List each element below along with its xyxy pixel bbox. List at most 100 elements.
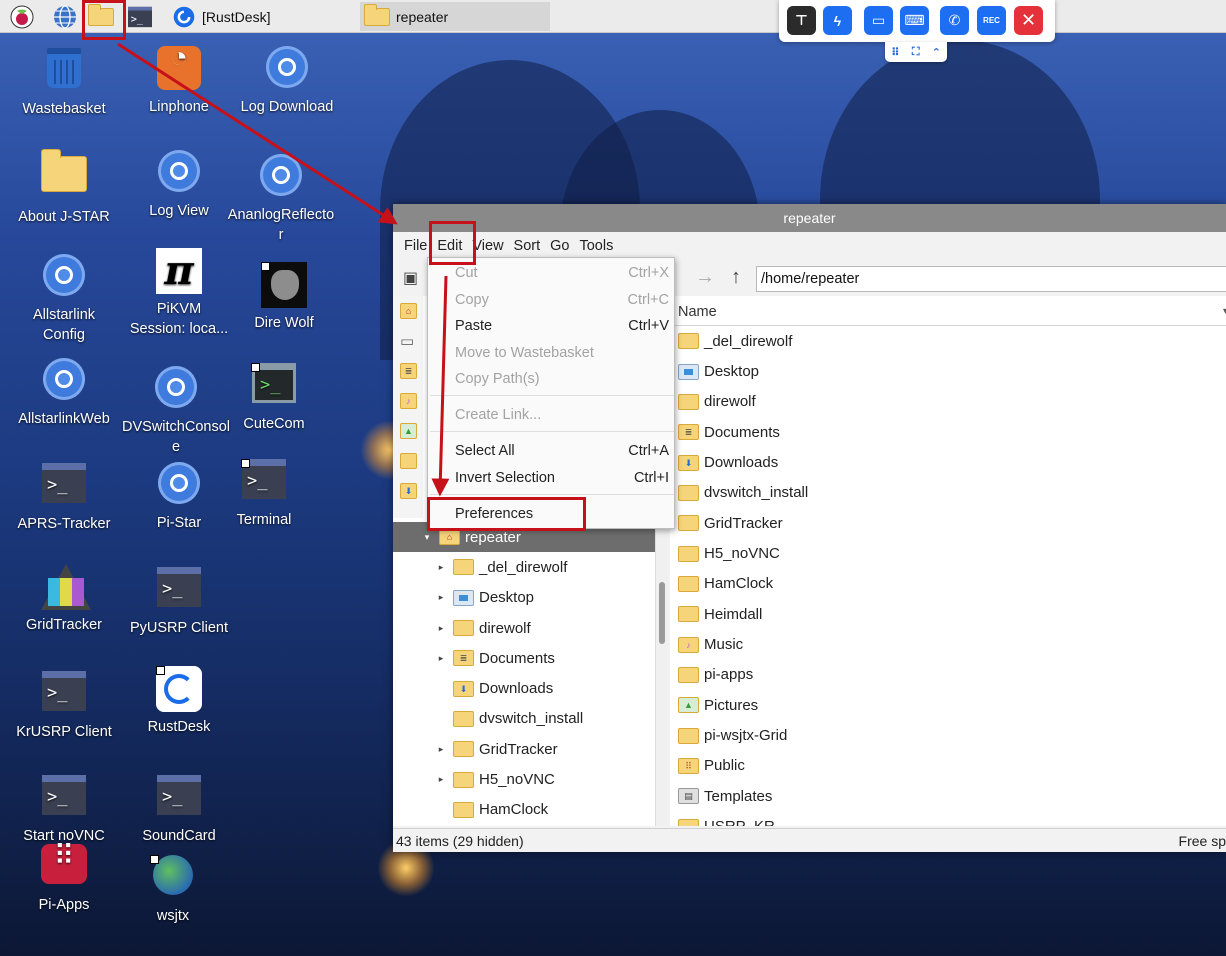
desktop-icon-krusrp-client[interactable]: >_ KrUSRP Client (8, 668, 120, 742)
action-button[interactable]: ϟ (823, 6, 852, 35)
pin-button[interactable]: ⊤ (787, 6, 816, 35)
path-input[interactable]: /home/repeater (756, 266, 1226, 292)
desktop-icon-pikvm[interactable]: π PiKVM Session: loca... (123, 248, 235, 339)
menu-item-paste[interactable]: Paste Ctrl+V (455, 314, 669, 338)
desktop-icon-allstarlink-config[interactable]: Allstarlink Config (8, 252, 120, 345)
up-arrow-icon[interactable]: ↑ (731, 266, 741, 289)
menu-item-copy-paths[interactable]: Copy Path(s) (455, 367, 669, 391)
fullscreen-icon[interactable]: ⛶ (912, 46, 920, 59)
file-row[interactable]: Templates (670, 781, 1226, 811)
file-row[interactable]: direwolf (670, 387, 1226, 417)
terminal-launcher-button[interactable]: >_ (128, 3, 152, 30)
desktop-icon-about-jstar[interactable]: About J-STAR (8, 148, 120, 227)
tree-item[interactable]: ▸ H5_noVNC (393, 764, 655, 794)
file-row[interactable]: _del_direwolf (670, 326, 1226, 356)
menu-item-select-all[interactable]: Select All Ctrl+A (455, 439, 669, 463)
desktop-icon-log-view[interactable]: Log View (123, 148, 235, 221)
expander-icon[interactable]: ▸ (433, 774, 449, 785)
forward-arrow-icon[interactable]: → (695, 266, 715, 289)
place-videos[interactable] (393, 446, 423, 476)
menu-item-invert-selection[interactable]: Invert Selection Ctrl+I (455, 466, 669, 490)
remote-toolbar-handle[interactable]: ⠿ ⛶ ⌃ (885, 42, 947, 62)
menu-file[interactable]: File (399, 238, 432, 254)
tree-scrollbar[interactable] (655, 522, 668, 826)
file-row[interactable]: Public (670, 751, 1226, 781)
chat-button[interactable]: ✆ (940, 6, 969, 35)
desktop-icon-dire-wolf[interactable]: Dire Wolf (228, 262, 340, 333)
expander-icon[interactable]: ▸ (433, 562, 449, 573)
file-row[interactable]: HamClock (670, 569, 1226, 599)
tree-item[interactable]: ▸ Documents (393, 643, 655, 673)
scrollbar-thumb[interactable] (659, 582, 665, 644)
desktop-icon-rustdesk[interactable]: RustDesk (123, 666, 235, 737)
keyboard-button[interactable]: ⌨ (900, 6, 929, 35)
task-repeater[interactable]: repeater (360, 2, 550, 31)
tree-item[interactable]: ▸ _del_direwolf (393, 552, 655, 582)
folder-folder-icon (453, 559, 474, 576)
desktop-icon-label: Log View (149, 203, 209, 219)
place-filesystem[interactable]: ▭ (393, 326, 423, 356)
file-row[interactable]: dvswitch_install (670, 478, 1226, 508)
desktop-icon-analogreflector[interactable]: AnanlogReflector (226, 152, 336, 245)
file-row[interactable]: GridTracker (670, 508, 1226, 538)
desktop-icon-cutecom[interactable]: >_ CuteCom (218, 360, 330, 434)
desktop-icon-linphone[interactable]: Linphone (123, 44, 235, 117)
desktop-icon-pyusrp-client[interactable]: >_ PyUSRP Client (123, 564, 235, 638)
desktop-icon-soundcard[interactable]: >_ SoundCard (123, 772, 235, 846)
tree-item[interactable]: ▸ direwolf (393, 613, 655, 643)
place-documents[interactable] (393, 356, 423, 386)
task-rustdesk[interactable]: [RustDesk] (168, 2, 356, 31)
desktop-icon-wsjtx[interactable]: wsjtx (117, 852, 229, 926)
file-row[interactable]: Music (670, 629, 1226, 659)
expander-icon[interactable]: ▸ (433, 653, 449, 664)
file-row[interactable]: pi-apps (670, 660, 1226, 690)
tree-item[interactable]: HamClock (393, 795, 655, 825)
new-window-icon[interactable]: ▣ (403, 268, 418, 288)
tree-item[interactable]: dvswitch_install (393, 704, 655, 734)
raspberry-menu-button[interactable] (10, 3, 34, 30)
expander-icon[interactable]: ▸ (433, 592, 449, 603)
file-row[interactable]: H5_noVNC (670, 538, 1226, 568)
place-pictures[interactable] (393, 416, 423, 446)
desktop-icon-terminal[interactable]: >_ Terminal (208, 456, 320, 530)
expander-icon[interactable]: ▸ (433, 744, 449, 755)
desktop-icon-aprs-tracker[interactable]: >_ APRS-Tracker (8, 460, 120, 534)
expander-icon[interactable]: ▾ (419, 532, 435, 543)
tree-item[interactable]: ▸ Desktop (393, 583, 655, 613)
tree-item[interactable]: ▸ GridTracker (393, 734, 655, 764)
close-session-button[interactable]: ✕ (1014, 6, 1043, 35)
desktop-icon-dvswitchconsole[interactable]: DVSwitchConsole (120, 364, 232, 457)
menu-tools[interactable]: Tools (574, 238, 618, 254)
menu-item-create-link[interactable]: Create Link... (455, 403, 669, 427)
file-row[interactable]: Downloads (670, 447, 1226, 477)
place-music[interactable] (393, 386, 423, 416)
menu-sort[interactable]: Sort (509, 238, 546, 254)
desktop-icon-pi-apps[interactable]: Pi-Apps (8, 840, 120, 915)
desktop-icon-wastebasket[interactable]: Wastebasket (8, 44, 120, 119)
desktop-icon-allstarlinkweb[interactable]: AllstarlinkWeb (8, 356, 120, 429)
window-title[interactable]: repeater (393, 204, 1226, 232)
place-home[interactable] (393, 296, 423, 326)
menu-go[interactable]: Go (545, 238, 574, 254)
desktop-icon-start-novnc[interactable]: >_ Start noVNC (8, 772, 120, 846)
menu-item-move-to-wastebasket[interactable]: Move to Wastebasket (455, 341, 669, 365)
file-row[interactable]: Heimdall (670, 599, 1226, 629)
expander-icon[interactable]: ▸ (433, 623, 449, 634)
file-row[interactable]: Documents (670, 417, 1226, 447)
desktop-icon-gridtracker[interactable]: GridTracker (8, 564, 120, 635)
drag-handle-icon[interactable]: ⠿ (891, 46, 900, 59)
tree-item[interactable]: Downloads (393, 673, 655, 703)
file-row[interactable]: Desktop (670, 356, 1226, 386)
display-button[interactable]: ▭ (864, 6, 893, 35)
record-button[interactable]: REC (977, 6, 1006, 35)
menu-item-copy[interactable]: Copy Ctrl+C (455, 288, 669, 312)
menu-item-cut[interactable]: Cut Ctrl+X (455, 261, 669, 285)
file-row[interactable]: pi-wsjtx-Grid (670, 720, 1226, 750)
browser-launcher-button[interactable] (53, 3, 77, 30)
chevron-up-icon[interactable]: ⌃ (932, 46, 941, 59)
file-row[interactable]: Pictures (670, 690, 1226, 720)
desktop-icon-log-download[interactable]: Log Download (231, 44, 343, 117)
column-header-name[interactable]: Name ▾ (670, 296, 1226, 326)
place-downloads[interactable] (393, 476, 423, 506)
file-row[interactable]: USRP_KR (670, 812, 1226, 826)
